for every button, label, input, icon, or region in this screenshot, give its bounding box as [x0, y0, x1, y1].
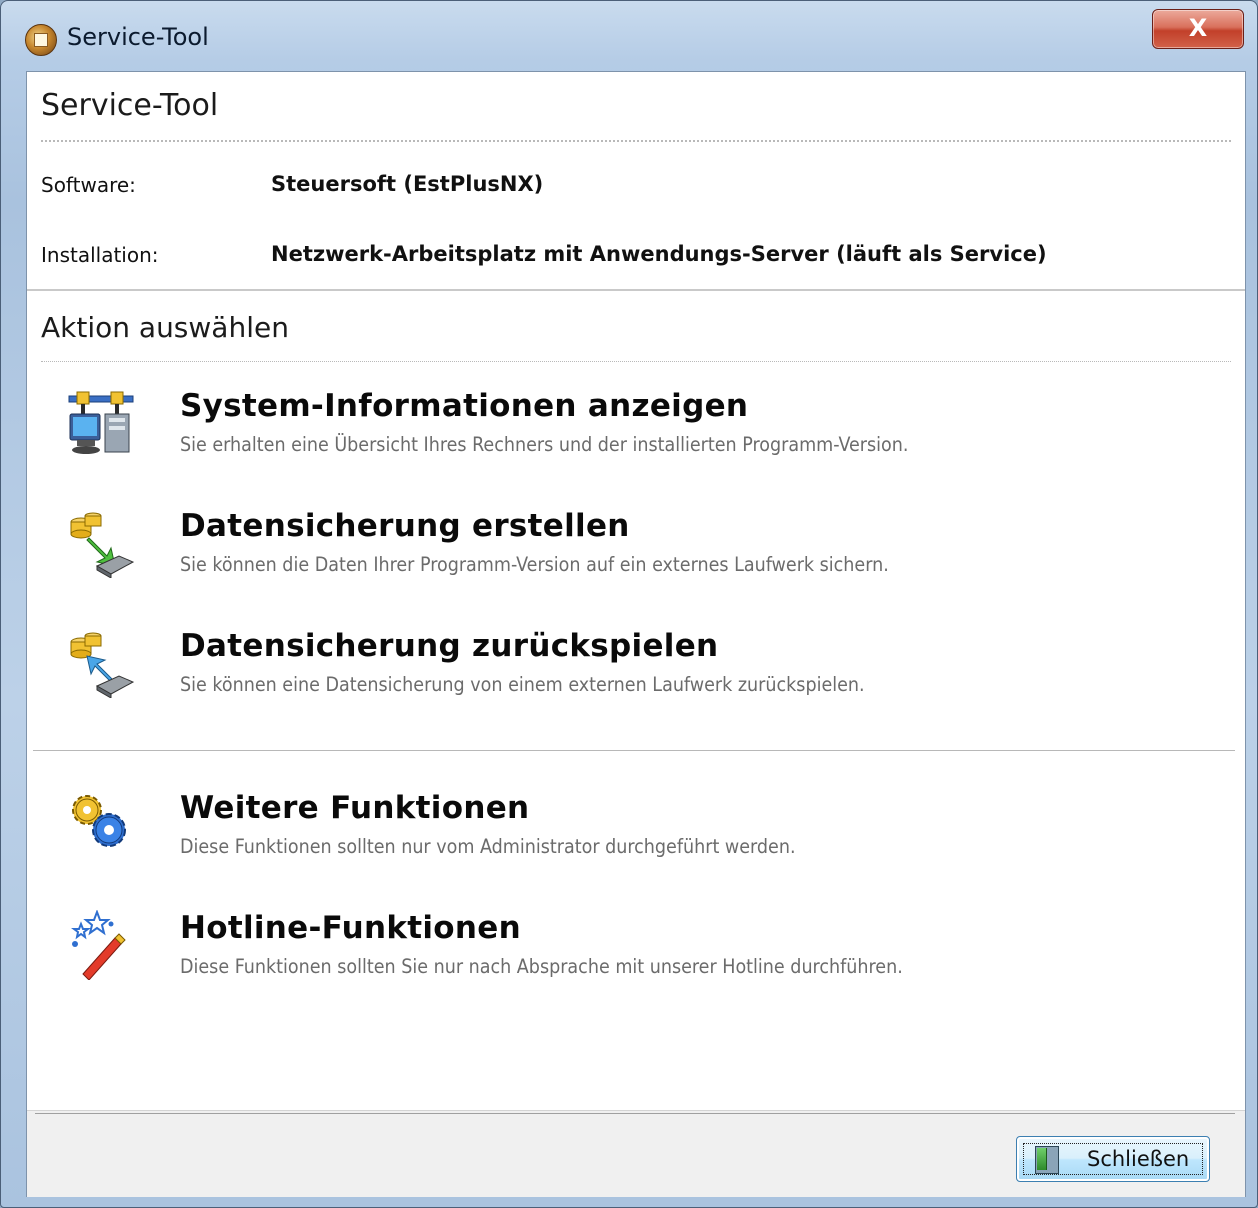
- footer-divider: [35, 1113, 1235, 1114]
- action-system-info[interactable]: System-Informationen anzeigen Sie erhalt…: [67, 388, 1227, 468]
- action-backup-restore[interactable]: Datensicherung zurückspielen Sie können …: [67, 628, 1227, 708]
- action-backup-create-description: Sie können die Daten Ihrer Programm-Vers…: [180, 553, 889, 576]
- action-hotline-functions-title: Hotline-Funktionen: [180, 910, 521, 946]
- dialog-footer: Schließen: [27, 1110, 1245, 1197]
- action-backup-create[interactable]: Datensicherung erstellen Sie können die …: [67, 508, 1227, 588]
- magic-wand-icon: [71, 910, 126, 980]
- action-hotline-functions-description: Diese Funktionen sollten Sie nur nach Ab…: [180, 955, 903, 978]
- action-backup-restore-title: Datensicherung zurückspielen: [180, 628, 719, 664]
- action-backup-restore-description: Sie können eine Datensicherung von einem…: [180, 673, 865, 696]
- gears-icon: [72, 795, 126, 847]
- backup-create-icon: [70, 512, 135, 578]
- installation-label: Installation:: [41, 243, 159, 267]
- system-info-icon: [68, 391, 134, 454]
- header-divider: [27, 289, 1245, 291]
- backup-restore-icon: [70, 632, 135, 698]
- close-button[interactable]: Schließen: [1016, 1136, 1210, 1182]
- dialog-content: Service-Tool Software: Steuersoft (EstPl…: [26, 71, 1246, 1197]
- app-icon[interactable]: [25, 24, 57, 56]
- actions-dotted-divider: [41, 361, 1231, 362]
- action-system-info-description: Sie erhalten eine Übersicht Ihres Rechne…: [180, 433, 909, 456]
- action-more-functions-title: Weitere Funktionen: [180, 790, 530, 826]
- software-value: Steuersoft (EstPlusNX): [271, 172, 544, 196]
- software-label: Software:: [41, 173, 136, 197]
- header-dotted-divider: [41, 140, 1231, 142]
- action-more-functions-description: Diese Funktionen sollten nur vom Adminis…: [180, 835, 796, 858]
- title-bar[interactable]: Service-Tool X: [1, 1, 1257, 71]
- action-system-info-title: System-Informationen anzeigen: [180, 388, 749, 424]
- service-tool-window: Service-Tool X Service-Tool Software: St…: [0, 0, 1258, 1208]
- action-hotline-functions[interactable]: Hotline-Funktionen Diese Funktionen soll…: [67, 910, 1227, 990]
- window-close-button[interactable]: X: [1152, 9, 1244, 49]
- action-more-functions[interactable]: Weitere Funktionen Diese Funktionen soll…: [67, 790, 1227, 870]
- header-title: Service-Tool: [41, 88, 219, 123]
- close-button-label: Schließen: [1087, 1147, 1190, 1171]
- actions-section-title: Aktion auswählen: [41, 311, 289, 344]
- door-exit-icon: [1035, 1146, 1059, 1174]
- actions-divider: [33, 750, 1235, 751]
- window-title: Service-Tool: [67, 23, 209, 51]
- action-backup-create-title: Datensicherung erstellen: [180, 508, 630, 544]
- installation-value: Netzwerk-Arbeitsplatz mit Anwendungs-Ser…: [271, 242, 1047, 266]
